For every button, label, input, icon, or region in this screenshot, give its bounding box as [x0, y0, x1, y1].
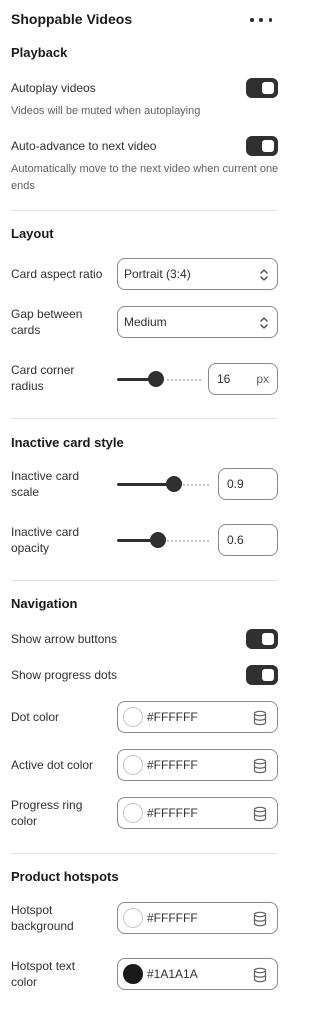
divider [11, 210, 278, 211]
active-dot-color-value: #FFFFFF [147, 758, 198, 772]
show-dots-toggle[interactable] [246, 665, 278, 685]
inactive-opacity-slider[interactable] [117, 532, 209, 548]
chevron-up-down-icon [260, 317, 268, 329]
section-title-hotspots: Product hotspots [11, 869, 119, 884]
section-title-layout: Layout [11, 226, 54, 241]
corner-radius-slider[interactable] [117, 371, 201, 387]
inactive-scale-value: 0.9 [227, 477, 244, 491]
slider-track-empty [179, 484, 209, 486]
inactive-scale-label: Inactive card scale [11, 469, 80, 499]
hotspot-background-label: Hotspot background [11, 903, 74, 933]
database-icon[interactable] [253, 806, 267, 822]
hotspot-background-field[interactable]: #FFFFFF [117, 902, 278, 934]
gap-select[interactable]: Medium [117, 306, 278, 338]
inactive-scale-input[interactable]: 0.9 [218, 468, 278, 500]
color-swatch[interactable] [123, 908, 143, 928]
aspect-ratio-select[interactable]: Portrait (3:4) [117, 258, 278, 290]
corner-radius-unit: px [256, 372, 269, 386]
database-icon[interactable] [253, 967, 267, 983]
more-dot [268, 18, 272, 22]
inactive-opacity-label: Inactive card opacity [11, 525, 80, 555]
autoplay-toggle[interactable] [246, 78, 278, 98]
inactive-scale-slider[interactable] [117, 476, 209, 492]
progress-ring-color-field[interactable]: #FFFFFF [117, 797, 278, 829]
slider-track-empty [161, 379, 201, 381]
panel-title: Shoppable Videos [11, 11, 133, 27]
gap-label: Gap between cards [11, 307, 83, 337]
slider-handle[interactable] [165, 476, 182, 492]
show-arrows-toggle[interactable] [246, 629, 278, 649]
section-title-navigation: Navigation [11, 596, 78, 611]
active-dot-color-field[interactable]: #FFFFFF [117, 749, 278, 781]
auto-advance-toggle[interactable] [246, 136, 278, 156]
active-dot-color-label: Active dot color [11, 758, 94, 772]
color-swatch[interactable] [123, 964, 143, 984]
more-horizontal-icon [250, 18, 254, 22]
hotspot-text-color-label: Hotspot text color [11, 959, 76, 989]
aspect-ratio-value: Portrait (3:4) [124, 267, 191, 281]
inactive-opacity-value: 0.6 [227, 533, 244, 547]
slider-handle[interactable] [147, 371, 164, 387]
auto-advance-label: Auto-advance to next video [11, 139, 157, 153]
inactive-opacity-input[interactable]: 0.6 [218, 524, 278, 556]
progress-ring-color-value: #FFFFFF [147, 806, 198, 820]
dot-color-value: #FFFFFF [147, 710, 198, 724]
autoplay-label: Autoplay videos [11, 81, 96, 95]
divider [11, 580, 278, 581]
database-icon[interactable] [253, 911, 267, 927]
slider-handle[interactable] [150, 532, 167, 548]
show-arrows-label: Show arrow buttons [11, 632, 118, 646]
corner-radius-label: Card corner radius [11, 363, 75, 393]
show-dots-label: Show progress dots [11, 668, 118, 682]
progress-ring-color-label: Progress ring color [11, 798, 83, 828]
dot-color-label: Dot color [11, 710, 60, 724]
hotspot-text-color-value: #1A1A1A [147, 967, 198, 981]
database-icon[interactable] [253, 710, 267, 726]
section-title-inactive: Inactive card style [11, 435, 124, 450]
gap-value: Medium [124, 315, 167, 329]
database-icon[interactable] [253, 758, 267, 774]
dot-color-field[interactable]: #FFFFFF [117, 701, 278, 733]
color-swatch[interactable] [123, 707, 143, 727]
corner-radius-input[interactable]: 16 px [208, 363, 278, 395]
more-dot [259, 18, 263, 22]
divider [11, 418, 278, 419]
color-swatch[interactable] [123, 803, 143, 823]
chevron-up-down-icon [260, 269, 268, 281]
section-title-playback: Playback [11, 45, 68, 60]
more-options-button[interactable] [250, 12, 272, 28]
aspect-ratio-label: Card aspect ratio [11, 267, 103, 281]
color-swatch[interactable] [123, 755, 143, 775]
corner-radius-value: 16 [217, 372, 231, 386]
hotspot-text-color-field[interactable]: #1A1A1A [117, 958, 278, 990]
divider [11, 853, 278, 854]
slider-track-empty [164, 540, 209, 542]
autoplay-help: Videos will be muted when autoplaying [11, 105, 201, 117]
auto-advance-help: Automatically move to the next video whe… [11, 163, 279, 192]
hotspot-background-value: #FFFFFF [147, 911, 198, 925]
